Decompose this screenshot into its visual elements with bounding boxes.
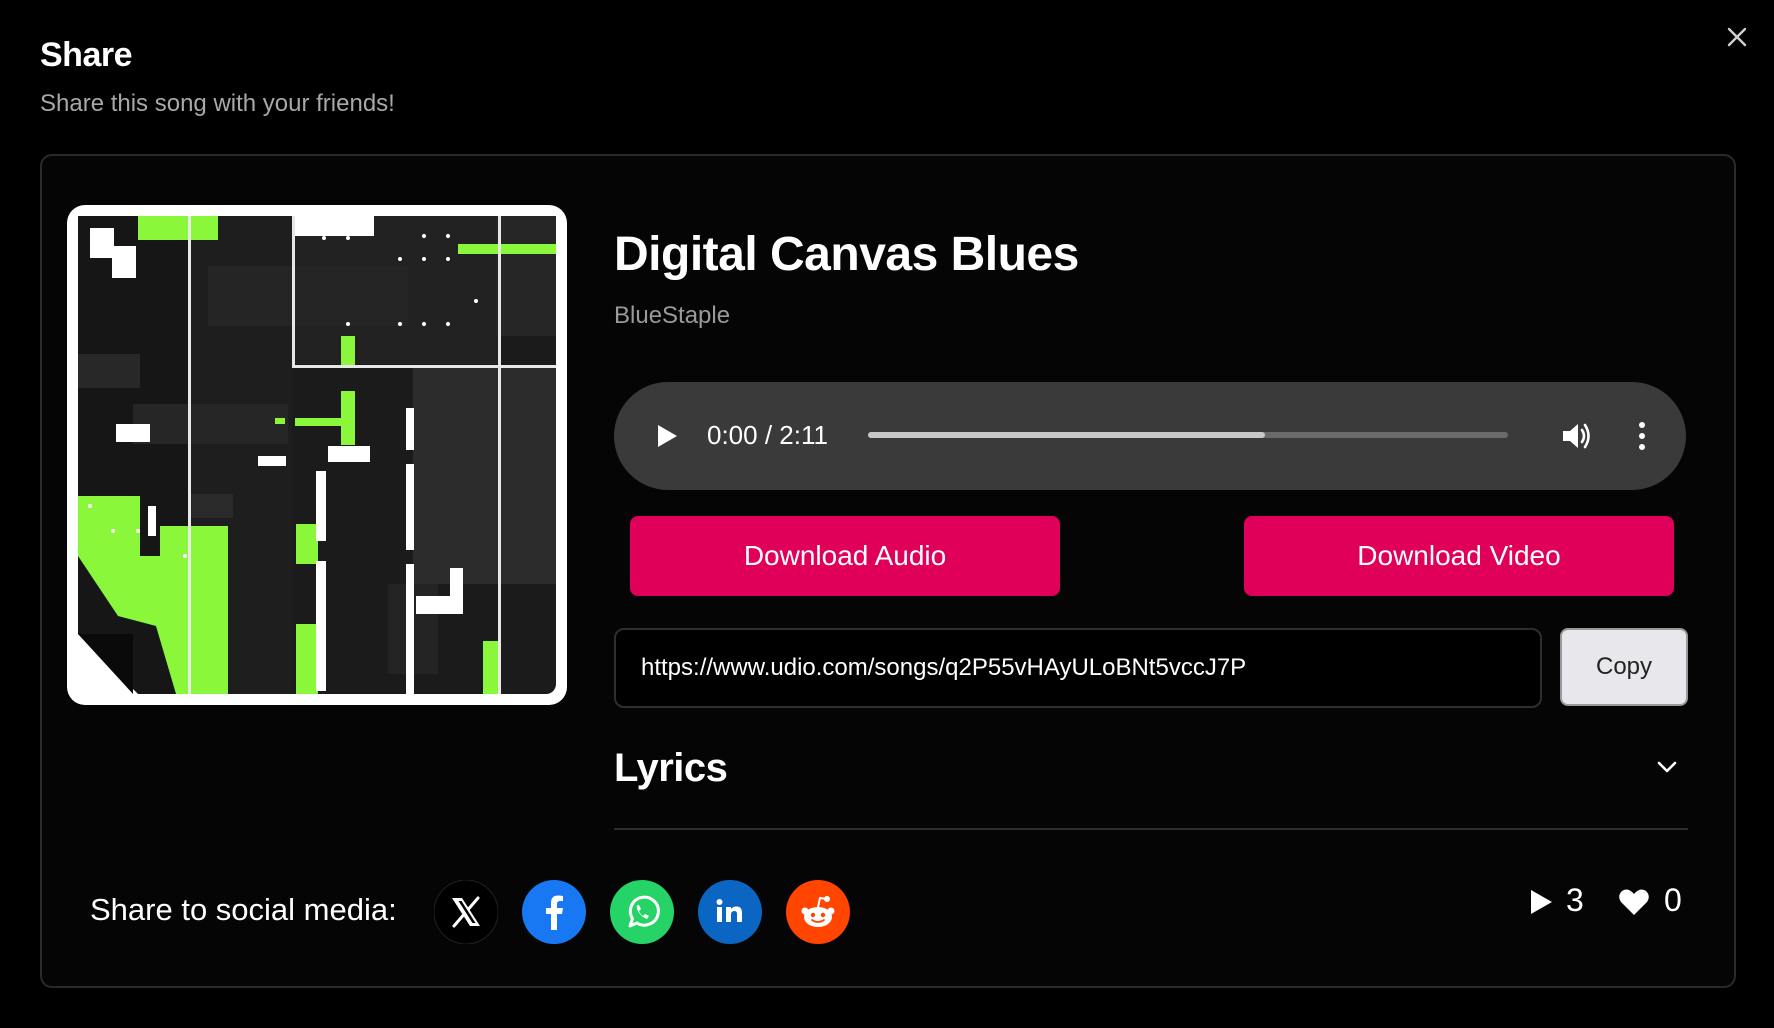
share-reddit-button[interactable] xyxy=(786,880,850,944)
facebook-icon xyxy=(522,880,586,944)
heart-icon xyxy=(1619,889,1649,915)
lyrics-heading[interactable]: Lyrics xyxy=(614,746,728,791)
linkedin-icon xyxy=(698,880,762,944)
song-title: Digital Canvas Blues xyxy=(614,228,1079,281)
x-icon xyxy=(434,880,498,944)
more-vertical-icon xyxy=(1639,422,1645,450)
likes-count: 0 xyxy=(1664,882,1682,918)
whatsapp-icon xyxy=(610,880,674,944)
reddit-icon xyxy=(786,880,850,944)
share-card: Digital Canvas Blues BlueStaple 0:00 / 2… xyxy=(40,154,1736,988)
close-button[interactable] xyxy=(1720,20,1754,54)
share-x-button[interactable] xyxy=(434,880,498,944)
playback-time: 0:00 / 2:11 xyxy=(707,420,828,450)
share-linkedin-button[interactable] xyxy=(698,880,762,944)
play-count-icon xyxy=(1531,890,1552,914)
artist-name[interactable]: BlueStaple xyxy=(614,302,730,330)
download-audio-button[interactable]: Download Audio xyxy=(630,516,1060,596)
audio-player: 0:00 / 2:11 xyxy=(614,382,1686,490)
progress-slider[interactable] xyxy=(868,432,1508,438)
volume-icon xyxy=(1563,423,1590,449)
download-video-button[interactable]: Download Video xyxy=(1244,516,1674,596)
lyrics-toggle[interactable] xyxy=(1654,754,1680,785)
play-button[interactable] xyxy=(654,422,680,455)
close-icon xyxy=(1727,27,1747,47)
likes-button[interactable] xyxy=(1618,888,1650,921)
share-facebook-button[interactable] xyxy=(522,880,586,944)
volume-button[interactable] xyxy=(1560,420,1596,457)
album-cover xyxy=(67,205,567,705)
dialog-title: Share xyxy=(40,36,133,74)
album-cover-art xyxy=(78,216,556,694)
copy-button[interactable]: Copy xyxy=(1560,628,1688,706)
play-icon xyxy=(658,425,677,447)
progress-fill xyxy=(868,432,1265,438)
share-url-field[interactable]: https://www.udio.com/songs/q2P55vHAyULoB… xyxy=(614,628,1542,708)
chevron-down-icon xyxy=(1657,761,1677,773)
plays-stat xyxy=(1528,886,1554,923)
share-social-label: Share to social media: xyxy=(90,892,397,927)
plays-count: 3 xyxy=(1566,882,1584,918)
share-whatsapp-button[interactable] xyxy=(610,880,674,944)
more-options-button[interactable] xyxy=(1632,420,1652,457)
dialog-subtitle: Share this song with your friends! xyxy=(40,90,395,117)
divider xyxy=(614,828,1688,830)
